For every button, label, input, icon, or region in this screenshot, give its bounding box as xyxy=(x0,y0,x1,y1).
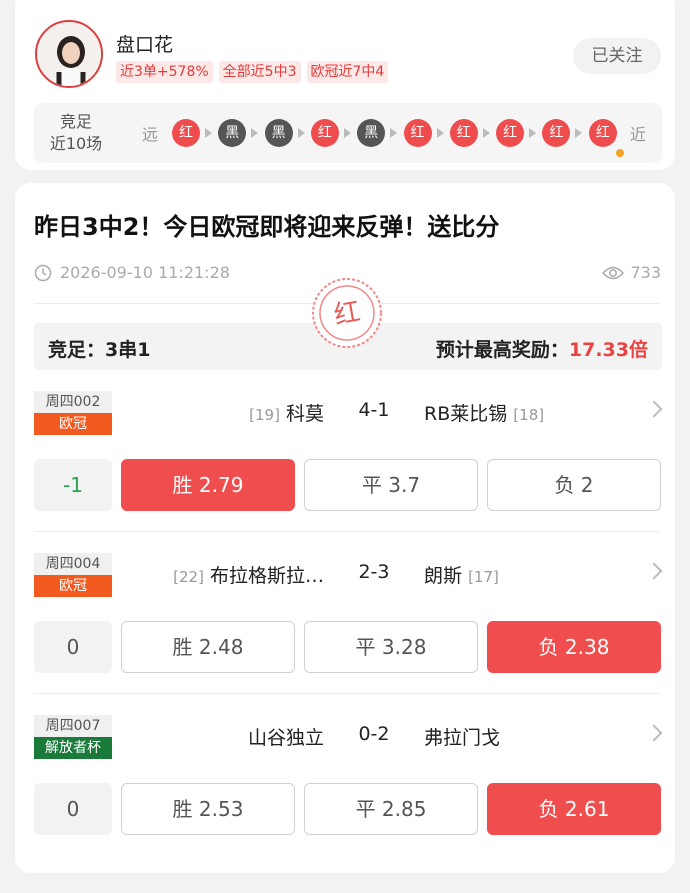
option-win[interactable]: 胜 2.48 xyxy=(121,621,295,673)
away-rank: [17] xyxy=(468,568,499,586)
away-team: 朗斯 [17] xyxy=(424,561,499,588)
result-dot: 黑 xyxy=(264,119,293,147)
option-lose[interactable]: 负 2.61 xyxy=(487,783,661,835)
league-badge: 欧冠 xyxy=(34,413,112,435)
hit-stamp: 红 xyxy=(312,278,382,348)
arrow-right-icon xyxy=(343,128,351,138)
handicap: 0 xyxy=(34,783,112,835)
article-card: 昨日3中2！今日欧冠即将迎来反弹！送比分 2026-09-10 11:21:28… xyxy=(15,183,675,873)
match-code: 周四007 xyxy=(34,715,112,737)
arrow-right-icon xyxy=(436,128,444,138)
view-count-text: 733 xyxy=(630,263,661,282)
expert-tags: 近3单+578% 全部近5中3 欧冠近7中4 xyxy=(116,61,389,83)
divider xyxy=(34,531,660,532)
reward-value: 17.33倍 xyxy=(568,339,648,361)
expert-avatar[interactable] xyxy=(35,20,103,88)
expert-card: 盘口花 近3单+578% 全部近5中3 欧冠近7中4 已关注 竞足 近10场 远… xyxy=(15,0,675,170)
expert-tag: 全部近5中3 xyxy=(218,61,301,83)
reward-label: 预计最高奖励： xyxy=(435,339,569,361)
far-label: 远 xyxy=(142,125,159,144)
match-teams[interactable]: 山谷独立 0-2 弗拉门戈 xyxy=(124,723,624,749)
home-team: 山谷独立 xyxy=(248,723,324,750)
league-badge: 解放者杯 xyxy=(34,737,112,759)
home-name: 山谷独立 xyxy=(247,727,324,749)
recent-title-line2: 近10场 xyxy=(49,134,103,153)
match-score: 2-3 xyxy=(358,561,390,583)
expert-tag: 欧冠近7中4 xyxy=(306,61,389,83)
home-name: 布拉格斯拉… xyxy=(209,565,324,587)
recent-results: 竞足 近10场 远 红黑黑红黑红红红红红 近 xyxy=(34,103,662,163)
result-dot: 黑 xyxy=(218,119,247,147)
arrow-right-icon xyxy=(297,128,305,138)
recent-title-line1: 竞足 xyxy=(59,112,92,131)
chevron-right-icon[interactable] xyxy=(645,724,663,742)
clock-icon xyxy=(34,264,52,281)
match-code: 周四002 xyxy=(34,391,112,413)
result-dot: 红 xyxy=(449,119,478,147)
match-code: 周四004 xyxy=(34,553,112,575)
arrow-right-icon xyxy=(575,128,583,138)
home-team: [19] 科莫 xyxy=(249,399,324,426)
result-dot: 黑 xyxy=(357,119,386,147)
result-dot: 红 xyxy=(172,119,200,147)
result-dot: 红 xyxy=(403,119,432,147)
publish-time: 2026-09-10 11:21:28 xyxy=(34,263,230,282)
result-dot: 红 xyxy=(542,119,571,147)
view-count: 733 xyxy=(602,263,661,282)
arrow-right-icon xyxy=(390,128,398,138)
home-rank: [19] xyxy=(249,406,280,424)
expert-tag: 近3单+578% xyxy=(116,61,213,83)
away-name: RB莱比锡 xyxy=(424,403,508,425)
match-score: 4-1 xyxy=(358,399,390,421)
match-item: 周四002 欧冠 [19] 科莫 4-1 RB莱比锡 [18] -1 胜 2.7… xyxy=(34,391,663,531)
match-teams[interactable]: [22] 布拉格斯拉… 2-3 朗斯 [17] xyxy=(124,561,624,587)
option-draw[interactable]: 平 2.85 xyxy=(304,783,478,835)
arrow-right-icon xyxy=(482,128,490,138)
home-name: 科莫 xyxy=(285,403,324,425)
arrow-right-icon xyxy=(205,128,212,138)
match-item: 周四007 解放者杯 山谷独立 0-2 弗拉门戈 0 胜 2.53 平 2.85… xyxy=(34,715,663,855)
league-badge: 欧冠 xyxy=(34,575,112,597)
eye-icon xyxy=(602,266,625,279)
recent-results-title: 竞足 近10场 xyxy=(42,111,110,155)
handicap: 0 xyxy=(34,621,112,673)
match-item: 周四004 欧冠 [22] 布拉格斯拉… 2-3 朗斯 [17] 0 胜 2.4… xyxy=(34,553,663,693)
away-team: RB莱比锡 [18] xyxy=(424,399,544,426)
arrow-right-icon xyxy=(251,128,259,138)
follow-button[interactable]: 已关注 xyxy=(573,38,661,74)
away-rank: [18] xyxy=(513,406,545,424)
article-title: 昨日3中2！今日欧冠即将迎来反弹！送比分 xyxy=(34,213,500,241)
result-dot: 红 xyxy=(496,119,525,147)
publish-time-text: 2026-09-10 11:21:28 xyxy=(60,263,230,282)
away-name: 朗斯 xyxy=(424,565,463,587)
expert-name: 盘口花 xyxy=(116,34,174,56)
option-draw[interactable]: 平 3.28 xyxy=(304,621,478,673)
option-lose[interactable]: 负 2 xyxy=(487,459,661,511)
home-team: [22] 布拉格斯拉… xyxy=(173,561,324,588)
match-teams[interactable]: [19] 科莫 4-1 RB莱比锡 [18] xyxy=(124,399,624,425)
result-dot: 红 xyxy=(588,119,617,147)
divider xyxy=(34,693,660,694)
chevron-right-icon[interactable] xyxy=(645,562,663,580)
option-draw[interactable]: 平 3.7 xyxy=(304,459,478,511)
option-win[interactable]: 胜 2.53 xyxy=(121,783,295,835)
latest-indicator-dot xyxy=(616,149,624,157)
option-win[interactable]: 胜 2.79 xyxy=(121,459,295,511)
away-team: 弗拉门戈 xyxy=(424,723,500,750)
plan-type: 竞足：3串1 xyxy=(48,339,151,361)
arrow-right-icon xyxy=(529,128,537,138)
home-rank: [22] xyxy=(173,568,204,586)
result-dot: 红 xyxy=(310,119,339,147)
match-score: 0-2 xyxy=(358,723,390,745)
plan-reward: 预计最高奖励：17.33倍 xyxy=(436,335,648,362)
option-lose[interactable]: 负 2.38 xyxy=(487,621,661,673)
chevron-right-icon[interactable] xyxy=(645,400,663,418)
stamp-text: 红 xyxy=(332,297,363,331)
away-name: 弗拉门戈 xyxy=(424,727,501,749)
near-label: 近 xyxy=(630,125,647,144)
handicap: -1 xyxy=(34,459,112,511)
